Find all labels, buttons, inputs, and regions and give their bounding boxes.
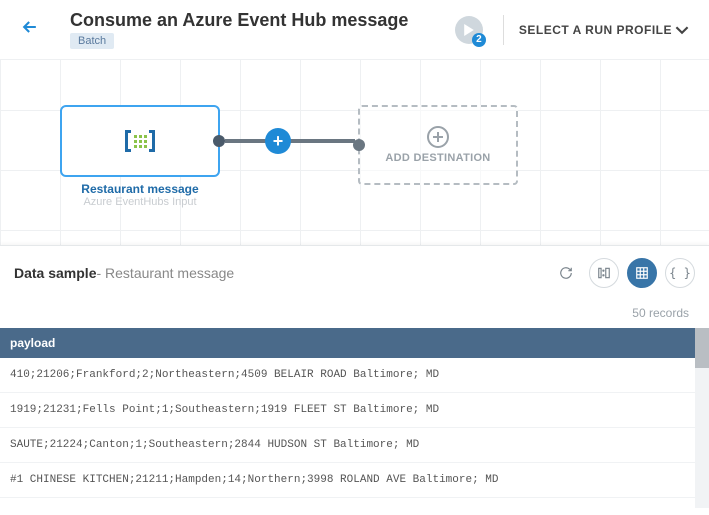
table-row[interactable]: #1 CHINESE KITCHEN;21211;Hampden;14;Nort… <box>0 463 709 498</box>
panel-title: Data sample <box>14 265 96 281</box>
column-header[interactable]: payload <box>0 328 709 358</box>
json-view-button[interactable]: { } <box>665 258 695 288</box>
refresh-button[interactable] <box>551 258 581 288</box>
table-row[interactable]: 410;21206;Frankford;2;Northeastern;4509 … <box>0 358 709 393</box>
chevron-down-icon <box>675 23 689 37</box>
add-node-button[interactable]: + <box>265 128 291 154</box>
output-port[interactable] <box>213 135 225 147</box>
panel-subtitle: - Restaurant message <box>96 265 234 281</box>
eventhub-icon <box>125 130 155 152</box>
table-body: 410;21206;Frankford;2;Northeastern;4509 … <box>0 358 709 508</box>
records-count: 50 records <box>0 300 709 328</box>
run-button[interactable]: 2 <box>455 16 483 44</box>
table-row[interactable]: SAUTE;21224;Canton;1;Southeastern;2844 H… <box>0 428 709 463</box>
grid-icon <box>635 266 649 280</box>
refresh-icon <box>559 266 573 280</box>
plus-circle-icon <box>427 126 449 148</box>
table-row[interactable]: 1919;21231;Fells Point;1;Southeastern;19… <box>0 393 709 428</box>
destination-label: ADD DESTINATION <box>385 152 490 164</box>
source-node[interactable]: Restaurant message Azure EventHubs Input <box>60 105 220 208</box>
pipeline-canvas[interactable]: + Restaurant message Azure EventHubs Inp… <box>0 59 709 249</box>
columns-icon <box>597 266 611 280</box>
view-toggle-button[interactable] <box>589 258 619 288</box>
run-profile-label: SELECT A RUN PROFILE <box>519 23 672 37</box>
title-block: Consume an Azure Event Hub message Batch <box>70 10 455 49</box>
scrollbar-track[interactable] <box>695 328 709 508</box>
destination-placeholder[interactable]: ADD DESTINATION <box>358 105 518 185</box>
data-sample-panel: Data sample - Restaurant message { } 50 … <box>0 245 709 515</box>
source-node-label: Restaurant message <box>60 182 220 196</box>
run-profile-dropdown[interactable]: SELECT A RUN PROFILE <box>519 23 689 37</box>
batch-badge: Batch <box>70 33 114 49</box>
divider <box>503 15 504 45</box>
braces-icon: { } <box>669 266 691 280</box>
run-badge: 2 <box>472 33 486 47</box>
table-view-button[interactable] <box>627 258 657 288</box>
page-title: Consume an Azure Event Hub message <box>70 10 455 31</box>
back-arrow-icon[interactable] <box>20 17 40 43</box>
source-node-sublabel: Azure EventHubs Input <box>60 196 220 208</box>
scrollbar-thumb[interactable] <box>695 328 709 368</box>
